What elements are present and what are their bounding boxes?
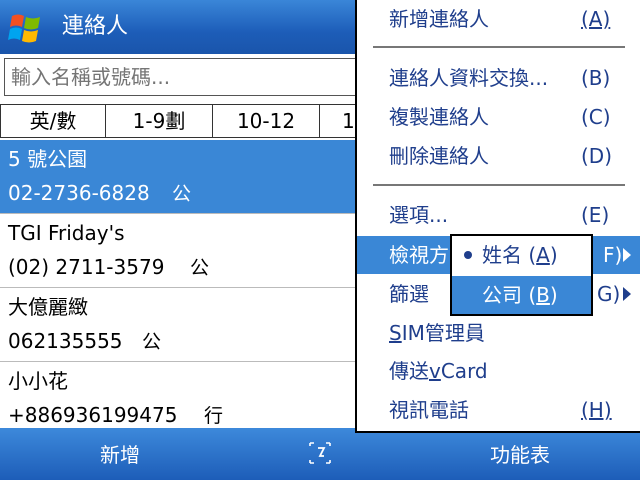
menu-item-accel: (B) bbox=[581, 66, 611, 90]
menu-item-beam-contact[interactable]: 連絡人資料交換... (B) bbox=[357, 59, 640, 97]
label-pre: 公司 ( bbox=[482, 283, 537, 307]
contact-name: 5 號公園 bbox=[8, 147, 88, 171]
tab-strokes-1-9[interactable]: 1-9劃 bbox=[105, 104, 213, 138]
submenu-arrow-icon bbox=[623, 287, 631, 301]
contact-row[interactable]: TGI Friday's (02) 2711-3579 公 bbox=[0, 214, 360, 288]
search-input[interactable] bbox=[5, 59, 363, 95]
label-pre: 姓名 ( bbox=[482, 243, 537, 267]
contact-row[interactable]: 5 號公園 02-2736-6828 公 bbox=[0, 140, 360, 214]
menu-item-send-vcard[interactable]: 傳送vCard bbox=[357, 352, 640, 390]
menu-item-label: SIM管理員 bbox=[389, 314, 485, 352]
contact-phone: 062135555 bbox=[8, 329, 123, 353]
label-prefix: 傳送 bbox=[389, 359, 429, 383]
menu-item-accel: G) bbox=[597, 282, 621, 306]
contact-name: 小小花 bbox=[8, 369, 68, 393]
submenu-item-by-name[interactable]: 姓名 (A) bbox=[452, 236, 591, 274]
label-rest: Card bbox=[440, 359, 488, 383]
menu-item-sim-manager[interactable]: SIM管理員 bbox=[357, 314, 640, 352]
menu-item-label: 視訊電話 bbox=[389, 398, 469, 422]
menu-item-accel: (C) bbox=[581, 105, 611, 129]
contact-phone: +886936199475 bbox=[8, 403, 178, 427]
menu-item-accel: (D) bbox=[581, 144, 613, 168]
search-box[interactable] bbox=[4, 58, 364, 96]
contact-row[interactable]: 大億麗緻 062135555 公 bbox=[0, 288, 360, 362]
menu-item-label: 選項... bbox=[389, 203, 449, 227]
tab-alpha-numeric[interactable]: 英/數 bbox=[0, 104, 106, 138]
menu-item-label: 篩選 bbox=[389, 282, 429, 306]
menu-separator bbox=[373, 184, 625, 186]
phone-type: 公 bbox=[172, 183, 192, 205]
context-menu: 新增連絡人 (A) 連絡人資料交換... (B) 複製連絡人 (C) 刪除連絡人… bbox=[355, 0, 640, 433]
radio-bullet-icon bbox=[464, 251, 472, 259]
windows-flag-icon[interactable] bbox=[6, 8, 46, 48]
phone-type: 公 bbox=[190, 257, 210, 279]
contact-phone: 02-2736-6828 bbox=[8, 181, 150, 205]
menu-softkey[interactable]: 功能表 bbox=[460, 440, 580, 470]
label-post: ) bbox=[549, 243, 558, 267]
menu-item-label: 複製連絡人 bbox=[389, 105, 489, 129]
contact-name: 大億麗緻 bbox=[8, 295, 88, 319]
keyboard-icon[interactable] bbox=[306, 440, 334, 466]
contact-phone: (02) 2711-3579 bbox=[8, 255, 165, 279]
menu-item-label: 連絡人資料交換... bbox=[389, 66, 549, 90]
view-by-submenu: 姓名 (A) 公司 (B) bbox=[450, 234, 593, 316]
menu-item-label: 新增連絡人 bbox=[389, 7, 489, 31]
phone-type: 行 bbox=[204, 405, 224, 427]
menu-item-video-call[interactable]: 視訊電話 (H) bbox=[357, 391, 640, 429]
label-rest: IM管理員 bbox=[401, 321, 485, 345]
menu-item-accel: (H) bbox=[581, 398, 612, 422]
menu-item-copy-contact[interactable]: 複製連絡人 (C) bbox=[357, 98, 640, 136]
label-accel-letter: v bbox=[429, 359, 441, 383]
menu-item-options[interactable]: 選項... (E) bbox=[357, 196, 640, 234]
contact-name: TGI Friday's bbox=[8, 221, 125, 245]
submenu-item-label: 姓名 (A) bbox=[482, 236, 558, 274]
label-accel-letter: A bbox=[536, 243, 550, 267]
menu-item-label: 檢視方 bbox=[389, 243, 449, 267]
menu-item-new-contact[interactable]: 新增連絡人 (A) bbox=[357, 0, 640, 38]
menu-item-accel: (E) bbox=[581, 203, 610, 227]
menu-separator bbox=[373, 46, 625, 48]
menu-item-delete-contact[interactable]: 刪除連絡人 (D) bbox=[357, 137, 640, 175]
menu-item-accel: F) bbox=[603, 243, 623, 267]
tab-strokes-10-12[interactable]: 10-12 bbox=[212, 104, 320, 138]
menu-item-label: 刪除連絡人 bbox=[389, 144, 489, 168]
label-post: ) bbox=[549, 283, 558, 307]
new-softkey[interactable]: 新增 bbox=[60, 440, 180, 470]
contact-row[interactable]: 小小花 +886936199475 行 bbox=[0, 362, 360, 436]
phone-type: 公 bbox=[142, 331, 162, 353]
label-accel-letter: S bbox=[389, 321, 402, 345]
menu-item-accel: (A) bbox=[581, 7, 611, 31]
submenu-item-label: 公司 (B) bbox=[482, 276, 558, 314]
app-title: 連絡人 bbox=[62, 14, 129, 39]
submenu-item-by-company[interactable]: 公司 (B) bbox=[452, 276, 591, 314]
submenu-arrow-icon bbox=[623, 248, 631, 262]
label-accel-letter: B bbox=[536, 283, 550, 307]
menu-item-label: 傳送vCard bbox=[389, 352, 488, 390]
